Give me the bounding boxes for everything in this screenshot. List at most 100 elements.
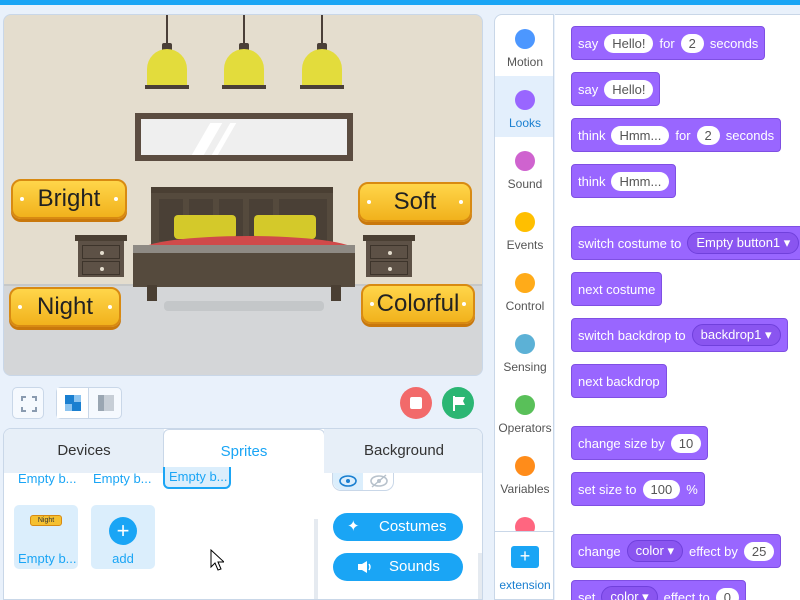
block-categories: Motion Looks Sound Events Control Sensin… (494, 14, 554, 600)
block-think-for-seconds[interactable]: think Hmm... for 2 seconds (571, 118, 782, 152)
backdrop-dropdown[interactable]: backdrop1 ▾ (691, 324, 781, 346)
block-think[interactable]: think Hmm... (571, 164, 677, 198)
block-text: for (675, 127, 691, 143)
block-say-for-seconds[interactable]: say Hello! for 2 seconds (571, 26, 766, 60)
layout-small-stage-button[interactable] (90, 388, 122, 418)
block-text: switch backdrop to (578, 327, 686, 343)
category-looks[interactable]: Looks (495, 76, 553, 137)
costumes-label: Costumes (379, 518, 447, 535)
category-operators[interactable]: Operators (495, 381, 553, 442)
sprite-name[interactable]: Empty b... (93, 471, 152, 486)
message-input[interactable]: Hello! (604, 79, 654, 99)
eye-slash-icon (370, 474, 388, 488)
message-input[interactable]: Hmm... (611, 171, 670, 191)
plus-icon: + (109, 517, 137, 545)
category-sensing[interactable]: Sensing (495, 320, 553, 381)
block-set-size[interactable]: set size to 100 % (571, 472, 705, 506)
block-text: say (578, 81, 599, 97)
category-control[interactable]: Control (495, 259, 553, 320)
message-input[interactable]: Hmm... (611, 125, 670, 145)
effect-input[interactable]: 25 (743, 541, 775, 561)
category-label: Motion (506, 55, 544, 69)
block-text: change (578, 543, 621, 559)
bed-leg (331, 285, 341, 301)
hide-button[interactable] (364, 473, 394, 490)
block-switch-backdrop[interactable]: switch backdrop to backdrop1 ▾ (571, 318, 788, 352)
block-text: effect to (663, 589, 710, 600)
size-input[interactable]: 10 (670, 433, 702, 453)
add-sprite-button[interactable]: + add (91, 505, 155, 569)
block-text: change size by (578, 435, 665, 451)
block-change-effect[interactable]: change color ▾ effect by 25 (571, 534, 782, 568)
effect-input[interactable]: 0 (715, 587, 739, 600)
panel-scrollbar[interactable] (478, 553, 482, 599)
add-label: add (112, 551, 134, 566)
block-text: say (578, 35, 599, 51)
block-next-costume[interactable]: next costume (571, 272, 663, 306)
category-dot-icon (515, 273, 535, 293)
sprite-button-night[interactable]: Night (9, 287, 121, 327)
block-change-size[interactable]: change size by 10 (571, 426, 709, 460)
category-dot-icon (515, 395, 535, 415)
bed-base (133, 245, 355, 287)
show-button[interactable] (333, 473, 363, 490)
block-next-backdrop[interactable]: next backdrop (571, 364, 667, 398)
wall-mirror (135, 113, 353, 161)
stage[interactable]: Bright Soft Night Colorful (3, 14, 483, 376)
category-motion[interactable]: Motion (495, 15, 553, 76)
category-variables[interactable]: Variables (495, 442, 553, 503)
sounds-label: Sounds (389, 558, 440, 575)
green-flag-button[interactable] (442, 387, 474, 419)
layout-large-stage-button[interactable] (57, 388, 89, 418)
seconds-input[interactable]: 2 (696, 125, 720, 145)
pendant-lamp (300, 15, 344, 91)
nightstand-right (363, 235, 415, 279)
category-events[interactable]: Events (495, 198, 553, 259)
stop-button[interactable] (400, 387, 432, 419)
message-input[interactable]: Hello! (604, 33, 654, 53)
category-label: Control (505, 299, 545, 313)
sprite-button-colorful[interactable]: Colorful (361, 284, 475, 324)
category-dot-icon (515, 151, 535, 171)
block-text: next backdrop (578, 373, 660, 389)
effect-dropdown[interactable]: color ▾ (626, 540, 683, 562)
flag-icon (453, 396, 465, 411)
sprite-panel: Devices Sprites Background Empty b... Em… (3, 428, 483, 600)
seconds-input[interactable]: 2 (680, 33, 704, 53)
sprite-item[interactable]: Night Empty b... (14, 505, 78, 569)
size-input[interactable]: 100 (642, 479, 681, 499)
sprite-item-selected[interactable]: Empty b... (163, 467, 231, 489)
speaker-icon (358, 561, 371, 573)
tab-background[interactable]: Background (324, 429, 482, 473)
block-text: think (578, 173, 606, 189)
block-text: seconds (725, 127, 775, 143)
costume-dropdown[interactable]: Empty button1 ▾ (687, 232, 800, 254)
sprite-name[interactable]: Empty b... (18, 471, 77, 486)
category-dot-icon (515, 29, 535, 49)
category-sound[interactable]: Sound (495, 137, 553, 198)
sounds-button[interactable]: Sounds (333, 553, 463, 581)
mouse-cursor-icon (210, 549, 224, 571)
extension-button[interactable]: + extension (495, 531, 553, 599)
sprite-list-scrollbar[interactable] (314, 519, 318, 599)
layout-small-icon (98, 395, 114, 411)
block-set-effect[interactable]: set color ▾ effect to 0 (571, 580, 746, 600)
wand-icon: ✦ (347, 518, 360, 535)
effect-dropdown[interactable]: color ▾ (601, 586, 658, 600)
costumes-button[interactable]: ✦ Costumes (333, 513, 463, 541)
block-say[interactable]: say Hello! (571, 72, 661, 106)
blocks-palette: say Hello! for 2 seconds say Hello! thin… (555, 14, 800, 600)
sprite-button-soft[interactable]: Soft (358, 182, 472, 222)
category-label: Sound (507, 177, 543, 191)
block-text: next costume (578, 281, 656, 297)
extension-label: extension (499, 578, 551, 592)
sprite-button-bright[interactable]: Bright (11, 179, 127, 219)
sprite-name: Empty b... (169, 469, 228, 484)
category-dot-icon (515, 456, 535, 476)
sprite-name: Empty b... (18, 551, 77, 566)
block-switch-costume[interactable]: switch costume to Empty button1 ▾ (571, 226, 800, 260)
category-dot-icon (515, 212, 535, 232)
fullscreen-button[interactable] (12, 387, 44, 419)
category-label: Sensing (503, 360, 547, 374)
tab-devices[interactable]: Devices (4, 429, 164, 473)
